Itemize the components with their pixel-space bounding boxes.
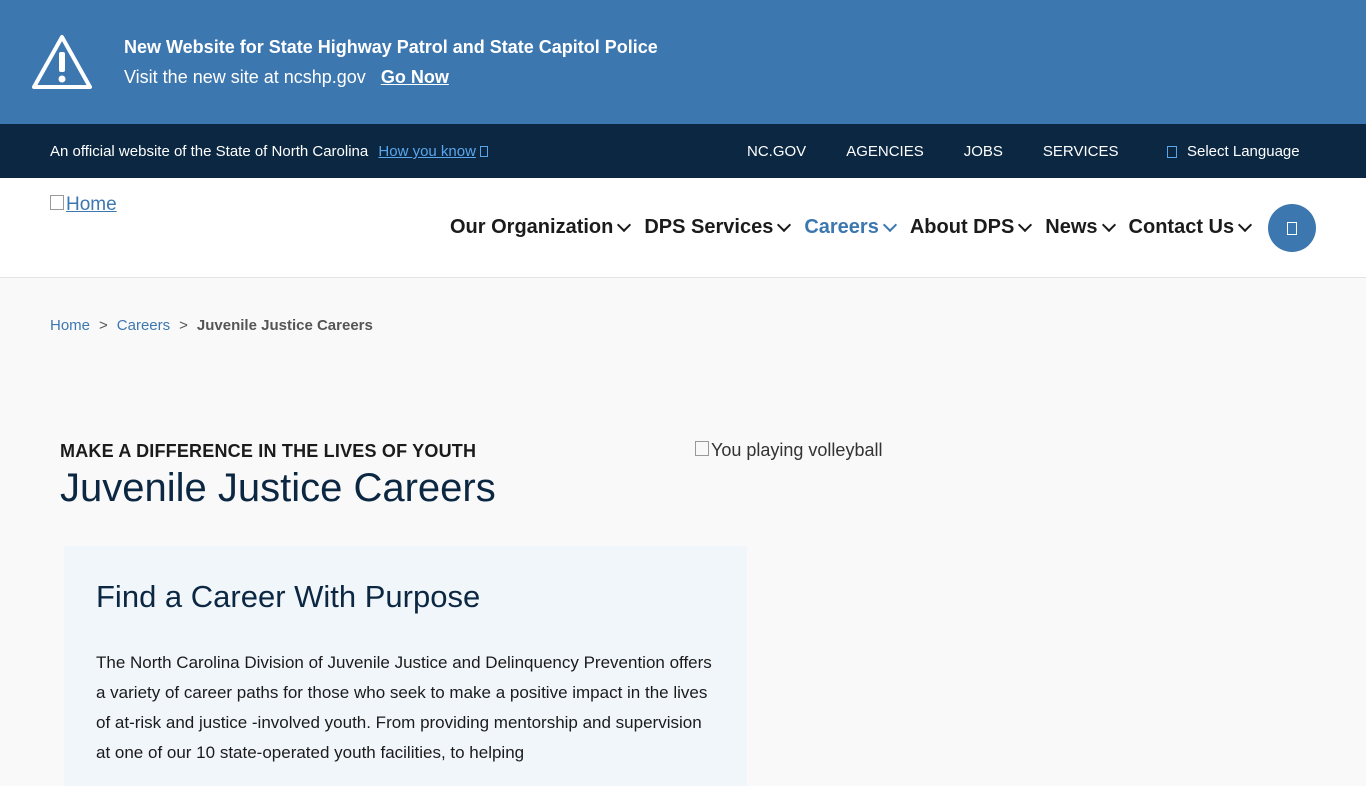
nav-label: Careers — [804, 216, 879, 238]
select-language-label: Select Language — [1187, 143, 1300, 160]
nav-dps-services[interactable]: DPS Services — [644, 216, 792, 239]
nav-label: About DPS — [909, 216, 1015, 238]
chevron-down-icon — [777, 217, 792, 233]
utility-nav-ncgov[interactable]: NC.GOV — [747, 143, 806, 160]
chevron-down-icon — [1238, 217, 1253, 233]
home-logo-link[interactable]: Home — [50, 194, 117, 216]
hero-eyebrow: MAKE A DIFFERENCE IN THE LIVES OF YOUTH — [60, 441, 477, 461]
alert-text: Visit the new site at ncshp.gov Go Now — [124, 67, 449, 88]
nav-careers[interactable]: Careers — [804, 216, 897, 239]
nav-about-dps[interactable]: About DPS — [909, 216, 1033, 239]
go-now-link[interactable]: Go Now — [381, 67, 449, 87]
hero-image: You playing volleyball — [695, 440, 882, 461]
utility-nav: NC.GOV AGENCIES JOBS SERVICES — [747, 143, 1159, 160]
nav-label: Our Organization — [450, 216, 614, 238]
alert-message: Visit the new site at ncshp.gov — [124, 67, 366, 87]
how-you-know-link[interactable]: How you know — [378, 143, 488, 160]
alert-title: New Website for State Highway Patrol and… — [124, 37, 658, 57]
official-statement: An official website of the State of Nort… — [50, 143, 488, 160]
card-body: The North Carolina Division of Juvenile … — [96, 653, 712, 762]
nav-label: News — [1045, 216, 1098, 238]
logo-alt-text: Home — [66, 194, 117, 215]
globe-icon — [1167, 146, 1177, 158]
utility-nav-services[interactable]: SERVICES — [1043, 143, 1119, 160]
chevron-down-icon — [1101, 217, 1116, 233]
card-heading: Find a Career With Purpose — [96, 579, 481, 614]
chevron-down-icon — [479, 146, 488, 157]
alert-banner: New Website for State Highway Patrol and… — [0, 0, 1366, 124]
career-purpose-card: Find a Career With Purpose The North Car… — [64, 546, 747, 786]
nav-our-organization[interactable]: Our Organization — [450, 216, 632, 239]
breadcrumb-current: Juvenile Justice Careers — [196, 317, 373, 334]
official-site-bar: An official website of the State of Nort… — [0, 124, 1366, 178]
site-header: Home Our Organization DPS Services Caree… — [0, 178, 1366, 278]
search-button[interactable] — [1268, 204, 1316, 252]
chevron-down-icon — [882, 217, 897, 233]
how-you-know-label: How you know — [378, 143, 476, 160]
nav-label: Contact Us — [1128, 216, 1235, 238]
utility-nav-agencies[interactable]: AGENCIES — [846, 143, 924, 160]
hero-image-alt: You playing volleyball — [711, 440, 883, 460]
breadcrumb-separator: > — [99, 317, 108, 334]
chevron-down-icon — [1018, 217, 1033, 233]
page-title: Juvenile Justice Careers — [60, 466, 496, 510]
nav-label: DPS Services — [644, 216, 774, 238]
main-nav: Our Organization DPS Services Careers Ab… — [450, 216, 1265, 239]
broken-image-icon — [695, 441, 709, 456]
chevron-down-icon — [617, 217, 632, 233]
breadcrumb-home[interactable]: Home — [50, 317, 90, 334]
breadcrumb-careers[interactable]: Careers — [117, 317, 170, 334]
nav-news[interactable]: News — [1045, 216, 1116, 239]
official-text: An official website of the State of Nort… — [50, 143, 369, 160]
utility-nav-jobs[interactable]: JOBS — [964, 143, 1003, 160]
warning-triangle-icon — [32, 35, 92, 89]
nav-contact-us[interactable]: Contact Us — [1128, 216, 1253, 239]
search-icon — [1287, 221, 1297, 235]
broken-image-icon — [50, 195, 64, 210]
breadcrumb: Home > Careers > Juvenile Justice Careers — [50, 317, 373, 334]
breadcrumb-separator: > — [179, 317, 188, 334]
select-language-button[interactable]: Select Language — [1167, 143, 1300, 160]
